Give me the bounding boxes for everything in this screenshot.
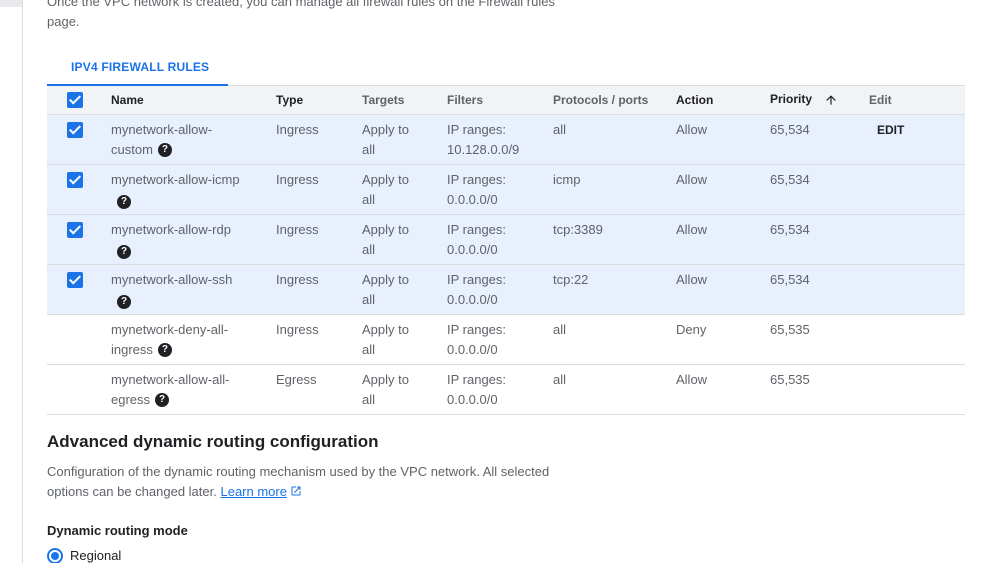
- rule-priority: 65,535: [770, 314, 869, 365]
- rule-priority: 65,534: [770, 114, 869, 165]
- rule-type: Egress: [276, 364, 362, 415]
- radio-selected-icon[interactable]: [47, 547, 63, 563]
- rule-name: mynetwork-allow-ssh?: [111, 264, 276, 315]
- rule-protocols: all: [553, 114, 676, 165]
- rule-name: mynetwork-deny-all-ingress?: [111, 314, 276, 365]
- rule-filters: IP ranges: 0.0.0.0/0: [447, 264, 553, 315]
- left-gutter: [0, 0, 23, 563]
- column-header-filters: Filters: [447, 86, 553, 115]
- firewall-tabbar: IPV4 FIREWALL RULES: [47, 54, 965, 87]
- left-gutter-tab: [0, 0, 22, 7]
- rule-type: Ingress: [276, 264, 362, 315]
- row-checkbox[interactable]: [67, 171, 83, 188]
- rule-targets: Apply to all: [362, 214, 447, 265]
- rule-priority: 65,534: [770, 164, 869, 215]
- row-select-cell: [47, 314, 111, 365]
- rule-filters: IP ranges: 0.0.0.0/0: [447, 364, 553, 415]
- rule-action: Allow: [676, 364, 770, 415]
- rule-protocols: icmp: [553, 164, 676, 215]
- column-header-type[interactable]: Type: [276, 86, 362, 115]
- header-select-cell: [47, 86, 111, 115]
- rule-action: Allow: [676, 164, 770, 215]
- table-row[interactable]: mynetwork-deny-all-ingress? Ingress Appl…: [47, 314, 965, 365]
- rule-edit-cell: [869, 164, 965, 215]
- row-select-cell: [47, 264, 111, 315]
- row-checkbox[interactable]: [67, 121, 83, 138]
- firewall-intro-text: Once the VPC network is created, you can…: [47, 0, 555, 29]
- table-row[interactable]: mynetwork-allow-custom? Ingress Apply to…: [47, 114, 965, 165]
- rule-type: Ingress: [276, 314, 362, 365]
- table-row[interactable]: mynetwork-allow-icmp? Ingress Apply to al…: [47, 164, 965, 215]
- learn-more-link[interactable]: Learn more: [220, 484, 301, 499]
- row-select-cell: [47, 364, 111, 415]
- rule-edit-cell: EDIT: [869, 114, 965, 165]
- rule-edit-cell: [869, 214, 965, 265]
- rule-name: mynetwork-allow-rdp?: [111, 214, 276, 265]
- select-all-checkbox[interactable]: [67, 91, 83, 108]
- rule-name: mynetwork-allow-icmp?: [111, 164, 276, 215]
- rule-priority: 65,534: [770, 214, 869, 265]
- column-header-protocols: Protocols / ports: [553, 86, 676, 115]
- help-icon[interactable]: ?: [157, 143, 172, 158]
- column-header-priority-label: Priority: [770, 92, 813, 107]
- rule-type: Ingress: [276, 114, 362, 165]
- rule-filters: IP ranges: 0.0.0.0/0: [447, 314, 553, 365]
- table-row[interactable]: mynetwork-allow-all-egress? Egress Apply…: [47, 364, 965, 415]
- rule-name: mynetwork-allow-custom?: [111, 114, 276, 165]
- rule-edit-cell: [869, 314, 965, 365]
- table-row[interactable]: mynetwork-allow-rdp? Ingress Apply to all…: [47, 214, 965, 265]
- rule-name: mynetwork-allow-all-egress?: [111, 364, 276, 415]
- rule-targets: Apply to all: [362, 314, 447, 365]
- row-select-cell: [47, 114, 111, 165]
- rule-action: Allow: [676, 264, 770, 315]
- rule-targets: Apply to all: [362, 164, 447, 215]
- row-select-cell: [47, 214, 111, 265]
- rule-filters: IP ranges: 10.128.0.0/9: [447, 114, 553, 165]
- column-header-action[interactable]: Action: [676, 86, 770, 115]
- rule-protocols: tcp:3389: [553, 214, 676, 265]
- tab-ipv4-firewall-rules[interactable]: IPV4 FIREWALL RULES: [47, 54, 228, 87]
- edit-rule-button[interactable]: EDIT: [869, 123, 904, 137]
- radio-label-regional: Regional: [70, 548, 122, 563]
- dynamic-routing-description: Configuration of the dynamic routing mec…: [47, 464, 550, 499]
- row-checkbox[interactable]: [67, 271, 83, 288]
- rule-protocols: tcp:22: [553, 264, 676, 315]
- help-icon[interactable]: ?: [117, 195, 131, 210]
- help-icon[interactable]: ?: [155, 393, 170, 408]
- column-header-edit: Edit: [869, 86, 965, 115]
- column-header-priority[interactable]: Priority: [770, 86, 869, 115]
- table-header-row: Name Type Targets Filters Protocols / po…: [47, 86, 965, 115]
- rule-filters: IP ranges: 0.0.0.0/0: [447, 164, 553, 215]
- row-checkbox[interactable]: [67, 221, 83, 238]
- help-icon[interactable]: ?: [157, 343, 172, 358]
- tab-label: IPV4 FIREWALL RULES: [71, 60, 210, 74]
- dynamic-routing-section-title: Advanced dynamic routing configuration: [47, 432, 379, 451]
- table-row[interactable]: mynetwork-allow-ssh? Ingress Apply to all…: [47, 264, 965, 315]
- column-header-targets: Targets: [362, 86, 447, 115]
- rule-targets: Apply to all: [362, 114, 447, 165]
- rule-edit-cell: [869, 364, 965, 415]
- firewall-rules-table: Name Type Targets Filters Protocols / po…: [47, 86, 965, 415]
- rule-priority: 65,535: [770, 364, 869, 415]
- rule-priority: 65,534: [770, 264, 869, 315]
- rule-targets: Apply to all: [362, 264, 447, 315]
- routing-mode-regional-option[interactable]: Regional: [47, 547, 121, 563]
- rule-targets: Apply to all: [362, 364, 447, 415]
- rule-protocols: all: [553, 314, 676, 365]
- rule-type: Ingress: [276, 164, 362, 215]
- dynamic-routing-mode-label: Dynamic routing mode: [47, 523, 188, 538]
- column-header-name[interactable]: Name: [111, 86, 276, 115]
- rule-edit-cell: [869, 264, 965, 315]
- rule-action: Allow: [676, 114, 770, 165]
- rule-filters: IP ranges: 0.0.0.0/0: [447, 214, 553, 265]
- rule-action: Deny: [676, 314, 770, 365]
- open-in-new-icon: [291, 486, 301, 496]
- rule-protocols: all: [553, 364, 676, 415]
- arrow-upward-icon: [826, 95, 836, 105]
- rule-action: Allow: [676, 214, 770, 265]
- rule-type: Ingress: [276, 214, 362, 265]
- help-icon[interactable]: ?: [117, 245, 131, 260]
- help-icon[interactable]: ?: [117, 295, 131, 310]
- row-select-cell: [47, 164, 111, 215]
